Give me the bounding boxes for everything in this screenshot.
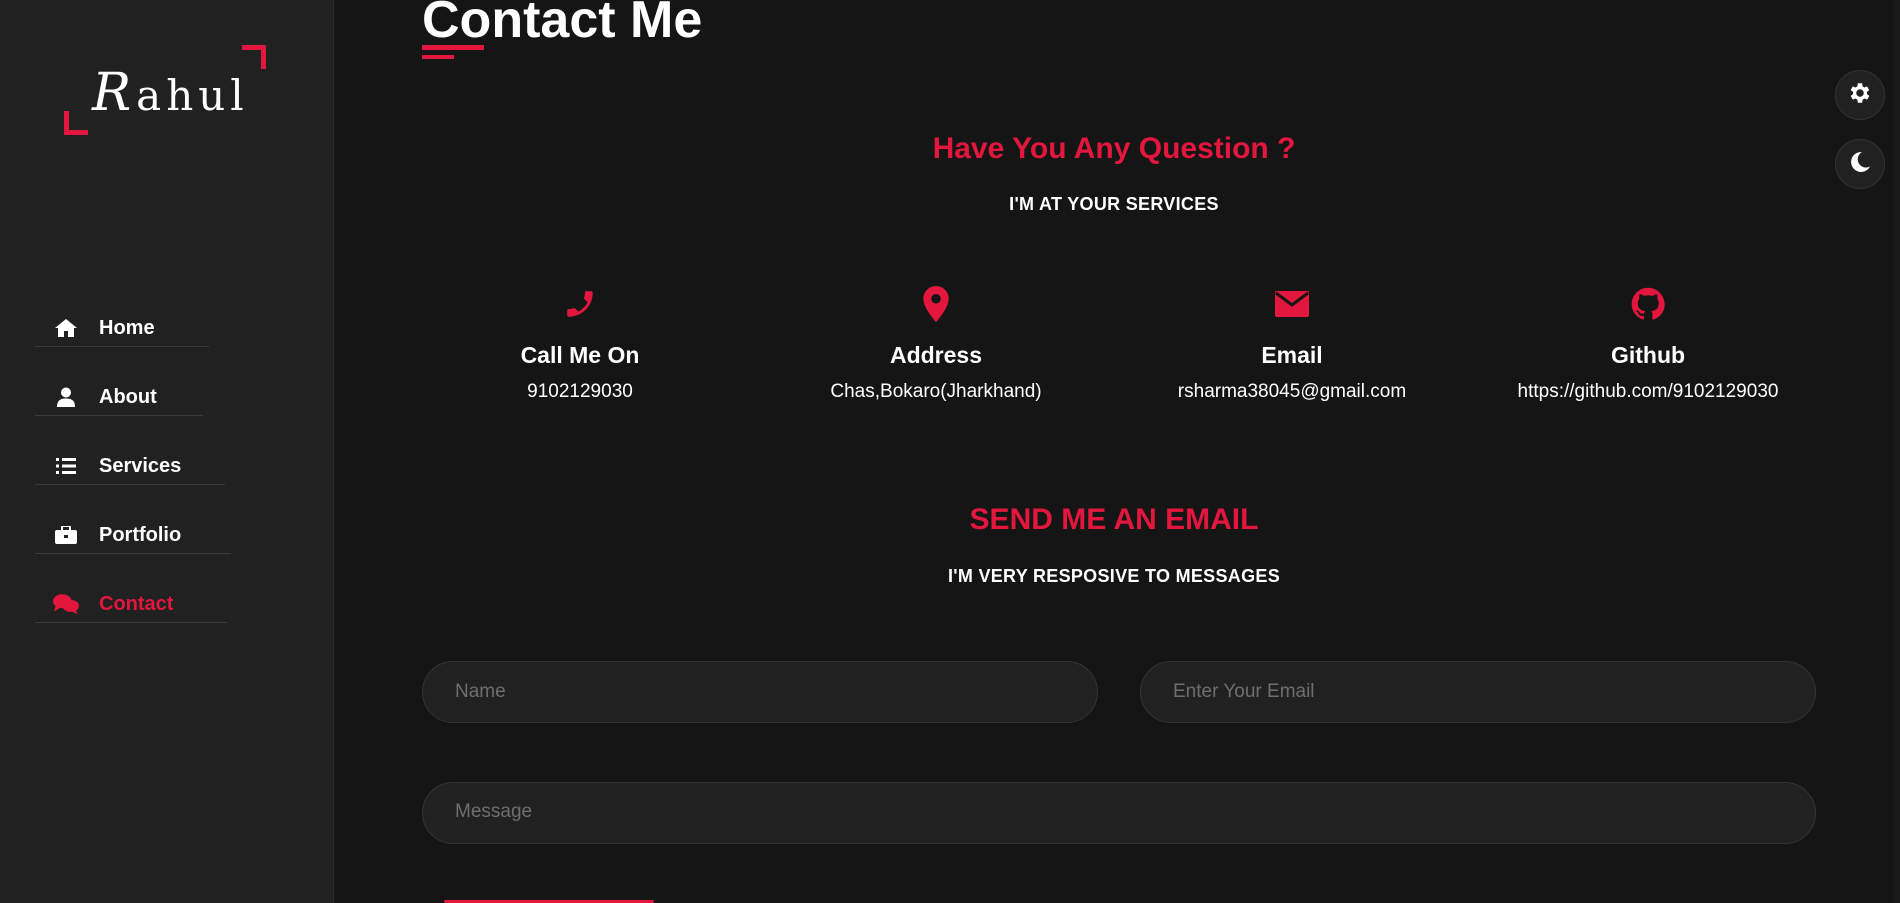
sidebar-nav: Home About Services Portfolio Contact — [35, 310, 231, 655]
sidebar-item-label: Services — [99, 454, 182, 477]
main-content: Contact Me Have You Any Question ? I'M A… — [334, 0, 1900, 903]
user-icon — [53, 386, 79, 408]
sidebar-item-label: About — [99, 385, 157, 408]
sidebar-item-label: Home — [99, 316, 155, 339]
info-title: Address — [889, 342, 983, 368]
sidebar-item-about[interactable]: About — [35, 379, 203, 416]
info-title: Call Me On — [520, 342, 640, 368]
title-underline-short — [422, 55, 454, 59]
info-github: Github https://github.com/9102129030 — [1468, 284, 1828, 403]
phone-icon — [400, 284, 760, 324]
gear-icon — [1847, 80, 1873, 111]
info-value[interactable]: rsharma38045@gmail.com — [1112, 381, 1472, 403]
title-underline — [422, 45, 484, 50]
github-icon — [1468, 284, 1828, 324]
question-subheading: I'M AT YOUR SERVICES — [1009, 194, 1219, 214]
sidebar-item-contact[interactable]: Contact — [35, 586, 227, 623]
comments-icon — [53, 593, 79, 615]
logo[interactable]: Rahul — [64, 45, 266, 135]
logo-corner-bottom-left — [64, 111, 88, 135]
sidebar: Rahul Home About Services Portfolio Cont… — [0, 0, 334, 903]
sidebar-item-label: Contact — [99, 592, 174, 615]
info-email: Email rsharma38045@gmail.com — [1112, 284, 1472, 403]
question-heading: Have You Any Question ? — [932, 132, 1296, 165]
email-subheading: I'M VERY RESPOSIVE TO MESSAGES — [947, 566, 1281, 586]
info-value[interactable]: 9102129030 — [400, 381, 760, 403]
message-field[interactable] — [422, 782, 1816, 844]
envelope-icon — [1112, 284, 1472, 324]
moon-icon — [1848, 150, 1872, 179]
email-heading: SEND ME AN EMAIL — [969, 503, 1259, 536]
sidebar-item-portfolio[interactable]: Portfolio — [35, 517, 231, 554]
info-value: Chas,Bokaro(Jharkhand) — [830, 381, 1042, 402]
info-value[interactable]: https://github.com/9102129030 — [1468, 381, 1828, 403]
logo-text: Rahul — [92, 63, 249, 123]
name-field[interactable] — [422, 661, 1098, 723]
theme-toggle-button[interactable] — [1835, 139, 1885, 189]
scrollbar[interactable] — [1894, 0, 1900, 903]
info-title: Github — [1610, 342, 1686, 368]
list-icon — [53, 455, 79, 477]
email-field[interactable] — [1140, 661, 1816, 723]
sidebar-item-label: Portfolio — [99, 523, 182, 546]
info-address: Address Chas,Bokaro(Jharkhand) — [756, 284, 1116, 403]
briefcase-icon — [53, 524, 79, 546]
settings-button[interactable] — [1835, 70, 1885, 120]
home-icon — [53, 317, 79, 339]
sidebar-item-home[interactable]: Home — [35, 310, 209, 347]
info-phone: Call Me On 9102129030 — [400, 284, 760, 403]
info-title: Email — [1261, 342, 1323, 368]
location-pin-icon — [756, 284, 1116, 324]
sidebar-item-services[interactable]: Services — [35, 448, 225, 485]
page-title: Contact Me — [422, 0, 703, 49]
